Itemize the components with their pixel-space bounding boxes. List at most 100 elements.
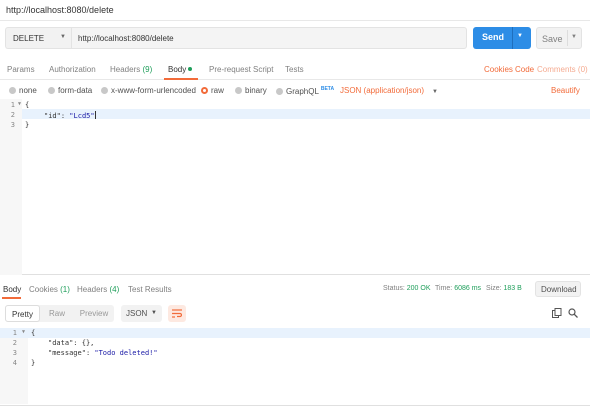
json-string-value: "Lcd5" bbox=[69, 112, 95, 120]
download-button[interactable]: Download bbox=[535, 281, 581, 297]
response-tab-cookies[interactable]: Cookies (1) bbox=[29, 285, 70, 294]
tab-params[interactable]: Params bbox=[7, 65, 35, 74]
line-number: 2 bbox=[0, 111, 22, 121]
radio-graphql-label: GraphQL bbox=[286, 87, 319, 96]
code-line: { bbox=[31, 329, 36, 337]
code-line: } bbox=[25, 121, 30, 129]
body-format-label: JSON (application/json) bbox=[340, 86, 425, 95]
chevron-down-icon: ▼ bbox=[432, 89, 438, 95]
response-tab-headers-label: Headers bbox=[77, 285, 108, 294]
line-number-text: 3 bbox=[12, 349, 17, 357]
bottom-divider bbox=[0, 405, 590, 406]
radio-selected-icon bbox=[201, 87, 208, 94]
response-tab-body[interactable]: Body bbox=[3, 285, 21, 294]
code-link[interactable]: Code bbox=[515, 65, 534, 74]
view-preview-button[interactable]: Preview bbox=[74, 305, 114, 322]
line-number: 4 bbox=[0, 359, 28, 369]
tab-body-label: Body bbox=[168, 65, 187, 74]
save-options-chevron-icon[interactable]: ▼ bbox=[571, 34, 577, 40]
send-button[interactable]: Send ▼ bbox=[473, 27, 531, 49]
send-options-chevron-icon[interactable]: ▼ bbox=[517, 33, 523, 39]
active-line-highlight bbox=[0, 328, 590, 338]
line-number-text: 3 bbox=[10, 121, 15, 129]
radio-form-data-label: form-data bbox=[58, 86, 93, 95]
wrap-lines-button[interactable] bbox=[168, 305, 186, 322]
method-select[interactable]: DELETE ▼ bbox=[5, 27, 71, 49]
code-line: "message": "Todo deleted!" bbox=[48, 349, 158, 359]
radio-binary[interactable]: binary bbox=[235, 86, 267, 95]
tab-prerequest-script[interactable]: Pre-request Script bbox=[209, 65, 273, 74]
line-number-text: 1 bbox=[10, 101, 15, 109]
download-label: Download bbox=[541, 285, 577, 294]
code-line: "data": {}, bbox=[48, 339, 94, 349]
size-display: Size: 183 B bbox=[486, 285, 522, 292]
status-value: 200 OK bbox=[406, 285, 431, 292]
view-mode-segmented-control: Pretty Raw Preview bbox=[5, 305, 114, 322]
code-line: } bbox=[31, 359, 36, 367]
radio-icon bbox=[9, 87, 16, 94]
tab-headers[interactable]: Headers (9) bbox=[110, 65, 152, 74]
status-label: Status: bbox=[383, 285, 405, 292]
chevron-down-icon: ▼ bbox=[60, 34, 66, 40]
status-display: Status: 200 OK bbox=[383, 285, 431, 292]
json-key: "id" bbox=[44, 112, 61, 120]
request-body-editor[interactable]: 1 ▼ 2 3 { "id": "Lcd5" } bbox=[0, 99, 590, 275]
response-view-bar: Pretty Raw Preview JSON ▼ bbox=[0, 305, 590, 323]
radio-form-data[interactable]: form-data bbox=[48, 86, 92, 95]
line-number-text: 4 bbox=[12, 359, 17, 367]
line-number-text: 2 bbox=[12, 339, 17, 347]
view-pretty-button[interactable]: Pretty bbox=[5, 305, 40, 322]
tab-tests[interactable]: Tests bbox=[285, 65, 304, 74]
tab-body[interactable]: Body bbox=[168, 65, 193, 74]
radio-raw-label: raw bbox=[211, 86, 224, 95]
tab-authorization[interactable]: Authorization bbox=[49, 65, 96, 74]
radio-icon bbox=[48, 87, 55, 94]
method-label: DELETE bbox=[13, 34, 45, 43]
line-number: 1 ▼ bbox=[0, 101, 22, 111]
response-tab-cookies-label: Cookies bbox=[29, 285, 58, 294]
radio-raw[interactable]: raw bbox=[201, 86, 224, 95]
response-body-viewer[interactable]: 1 ▼ 2 3 4 { "data": {}, "message": "Todo … bbox=[0, 328, 590, 404]
view-raw-label: Raw bbox=[48, 309, 65, 318]
active-response-tab-underline bbox=[2, 297, 21, 299]
comments-link[interactable]: Comments (0) bbox=[537, 65, 588, 74]
tab-headers-label: Headers bbox=[110, 65, 141, 74]
line-number: 3 bbox=[0, 121, 22, 131]
size-value: 183 B bbox=[503, 285, 522, 292]
time-label: Time: bbox=[435, 285, 453, 292]
json-value: : {}, bbox=[73, 339, 95, 347]
radio-urlencoded[interactable]: x-www-form-urlencoded bbox=[101, 86, 196, 95]
copy-icon[interactable] bbox=[552, 308, 562, 318]
fold-arrow-icon[interactable]: ▼ bbox=[22, 329, 25, 335]
response-tab-test-results[interactable]: Test Results bbox=[128, 285, 172, 294]
size-label: Size: bbox=[486, 285, 502, 292]
fold-arrow-icon[interactable]: ▼ bbox=[18, 101, 21, 107]
json-key: "message" bbox=[48, 349, 86, 357]
request-url-row: DELETE ▼ http://localhost:8080/delete Se… bbox=[0, 27, 590, 49]
radio-urlencoded-label: x-www-form-urlencoded bbox=[111, 86, 196, 95]
response-tab-headers[interactable]: Headers (4) bbox=[77, 285, 119, 294]
chevron-down-icon: ▼ bbox=[151, 310, 157, 316]
save-button[interactable]: Save ▼ bbox=[536, 27, 582, 49]
body-indicator-dot bbox=[188, 67, 193, 71]
view-raw-button[interactable]: Raw bbox=[40, 305, 74, 322]
search-icon[interactable] bbox=[568, 308, 578, 318]
cookies-link[interactable]: Cookies bbox=[484, 65, 513, 74]
line-number: 2 bbox=[0, 339, 28, 349]
response-headers-count: (4) bbox=[109, 285, 120, 294]
radio-binary-label: binary bbox=[245, 86, 267, 95]
radio-icon bbox=[235, 87, 242, 94]
send-divider bbox=[512, 27, 513, 49]
window-title-bar: http://localhost:8080/delete bbox=[0, 0, 590, 21]
radio-graphql[interactable]: GraphQL BETA bbox=[276, 86, 334, 96]
url-input[interactable]: http://localhost:8080/delete bbox=[71, 27, 467, 49]
body-format-select[interactable]: JSON (application/json) ▼ bbox=[340, 86, 438, 95]
wrap-lines-icon bbox=[172, 309, 182, 318]
beautify-link[interactable]: Beautify bbox=[551, 86, 580, 95]
response-format-select[interactable]: JSON ▼ bbox=[121, 305, 162, 322]
line-number-text: 2 bbox=[10, 111, 15, 119]
radio-none[interactable]: none bbox=[9, 86, 37, 95]
response-format-label: JSON bbox=[126, 309, 148, 318]
json-key: "data" bbox=[48, 339, 74, 347]
radio-icon bbox=[276, 88, 283, 95]
